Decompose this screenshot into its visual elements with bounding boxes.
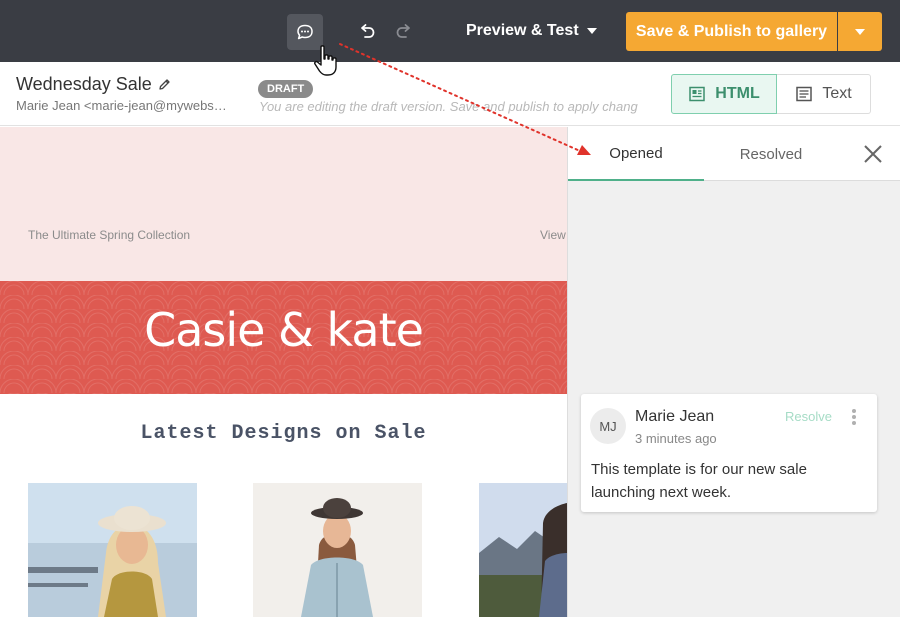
document-title-group[interactable]: Wednesday Sale [16,74,171,95]
comment-timestamp: 3 minutes ago [635,431,717,446]
undo-button[interactable] [352,16,382,46]
html-view-label: HTML [715,85,760,102]
comment-body: This template is for our new sale launch… [591,461,807,501]
product-image[interactable] [479,483,567,617]
section-title: Latest Designs on Sale [140,422,427,445]
view-in-browser-link[interactable]: View [540,228,566,242]
chevron-down-icon [855,28,865,35]
text-view-toggle[interactable]: Text [777,74,871,114]
pencil-icon[interactable] [158,78,171,91]
draft-notice: You are editing the draft version. Save … [259,99,638,114]
email-preview-canvas[interactable]: The Ultimate Spring Collection View Casi… [0,127,567,617]
save-publish-button[interactable]: Save & Publish to gallery [626,12,837,51]
redo-icon [396,24,410,38]
document-title: Wednesday Sale [16,74,152,94]
undo-icon [361,24,375,38]
comment-card[interactable]: MJ Marie Jean 3 minutes ago Resolve This… [581,394,877,512]
code-document-icon [689,86,706,102]
product-image[interactable] [28,483,197,617]
close-panel-button[interactable] [860,141,886,167]
status-badge: DRAFT [258,80,314,98]
save-publish-label: Save & Publish to gallery [635,22,828,40]
publish-options-dropdown[interactable] [838,12,882,51]
woman-dress-photo [253,483,422,617]
redo-button[interactable] [389,16,419,46]
comments-tabs: Opened Resolved [568,127,900,181]
app-window: Preview & Test Save & Publish to gallery… [0,0,900,617]
preview-test-label: Preview & Test [466,22,579,39]
top-toolbar: Preview & Test Save & Publish to gallery [0,0,900,62]
text-lines-icon [796,86,813,102]
hand-pointer-icon [314,45,337,76]
tab-opened[interactable]: Opened [568,127,704,181]
avatar: MJ [590,408,626,444]
close-icon [864,145,882,163]
brand-banner: Casie & kate [0,281,567,394]
comments-panel: Opened Resolved MJ Marie Jean 3 minutes … [567,127,900,617]
brand-logo: Casie & kate [144,303,424,357]
preheader-text: The Ultimate Spring Collection [28,228,191,242]
resolve-comment-button[interactable]: Resolve [785,409,832,424]
text-view-label: Text [822,85,852,102]
product-image[interactable] [253,483,422,617]
more-vertical-icon[interactable] [847,406,861,428]
comment-author: Marie Jean [635,408,715,425]
comment-bubble-icon [297,24,313,40]
tab-resolved[interactable]: Resolved [704,127,838,181]
preheader-band [0,127,567,281]
document-sender: Marie Jean <marie-jean@mywebs… [16,98,227,113]
woman-hat-photo [28,483,197,617]
preview-test-button[interactable]: Preview & Test [458,16,605,46]
woman-landscape-photo [479,483,567,617]
chevron-down-icon [586,28,597,34]
html-view-toggle[interactable]: HTML [671,74,777,114]
